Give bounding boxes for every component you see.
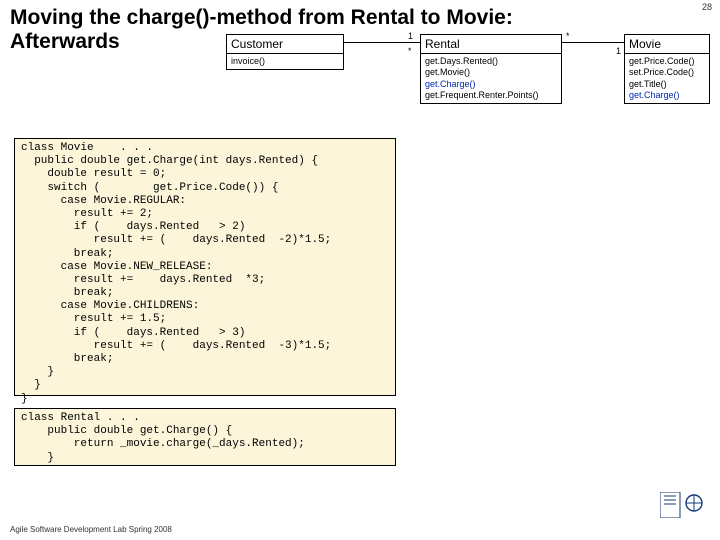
uml-movie-name: Movie <box>625 35 709 54</box>
movie-m1: get.Price.Code() <box>629 56 705 67</box>
uml-rental: Rental get.Days.Rented() get.Movie() get… <box>420 34 562 104</box>
uml-rental-name: Rental <box>421 35 561 54</box>
rental-m4: get.Frequent.Renter.Points() <box>425 90 557 101</box>
uml-customer-methods: invoice() <box>227 54 343 69</box>
uml-customer-name: Customer <box>227 35 343 54</box>
movie-m2: set.Price.Code() <box>629 67 705 78</box>
uml-diagram: Customer invoice() 1 * Rental get.Days.R… <box>226 34 712 129</box>
mult-cr-left: 1 <box>408 31 413 41</box>
rental-m3: get.Charge() <box>425 79 557 90</box>
code-rental-class: class Rental . . . public double get.Cha… <box>14 408 396 466</box>
logo-icon <box>650 492 706 526</box>
page-number: 28 <box>702 2 712 12</box>
mult-cr-right: * <box>408 46 412 56</box>
title-line2: Afterwards <box>10 30 120 53</box>
mult-rm-left: * <box>566 31 570 41</box>
rental-m1: get.Days.Rented() <box>425 56 557 67</box>
rental-m2: get.Movie() <box>425 67 557 78</box>
code-movie-class: class Movie . . . public double get.Char… <box>14 138 396 396</box>
uml-rental-methods: get.Days.Rented() get.Movie() get.Charge… <box>421 54 561 103</box>
uml-customer: Customer invoice() <box>226 34 344 70</box>
assoc-customer-rental <box>344 42 420 43</box>
assoc-rental-movie <box>562 42 624 43</box>
mult-rm-right: 1 <box>616 46 621 56</box>
movie-m3: get.Title() <box>629 79 705 90</box>
uml-movie-methods: get.Price.Code() set.Price.Code() get.Ti… <box>625 54 709 103</box>
uml-movie: Movie get.Price.Code() set.Price.Code() … <box>624 34 710 104</box>
title-line1: Moving the charge()-method from Rental t… <box>10 6 513 29</box>
movie-m4: get.Charge() <box>629 90 705 101</box>
footer-text: Agile Software Development Lab Spring 20… <box>10 525 172 534</box>
